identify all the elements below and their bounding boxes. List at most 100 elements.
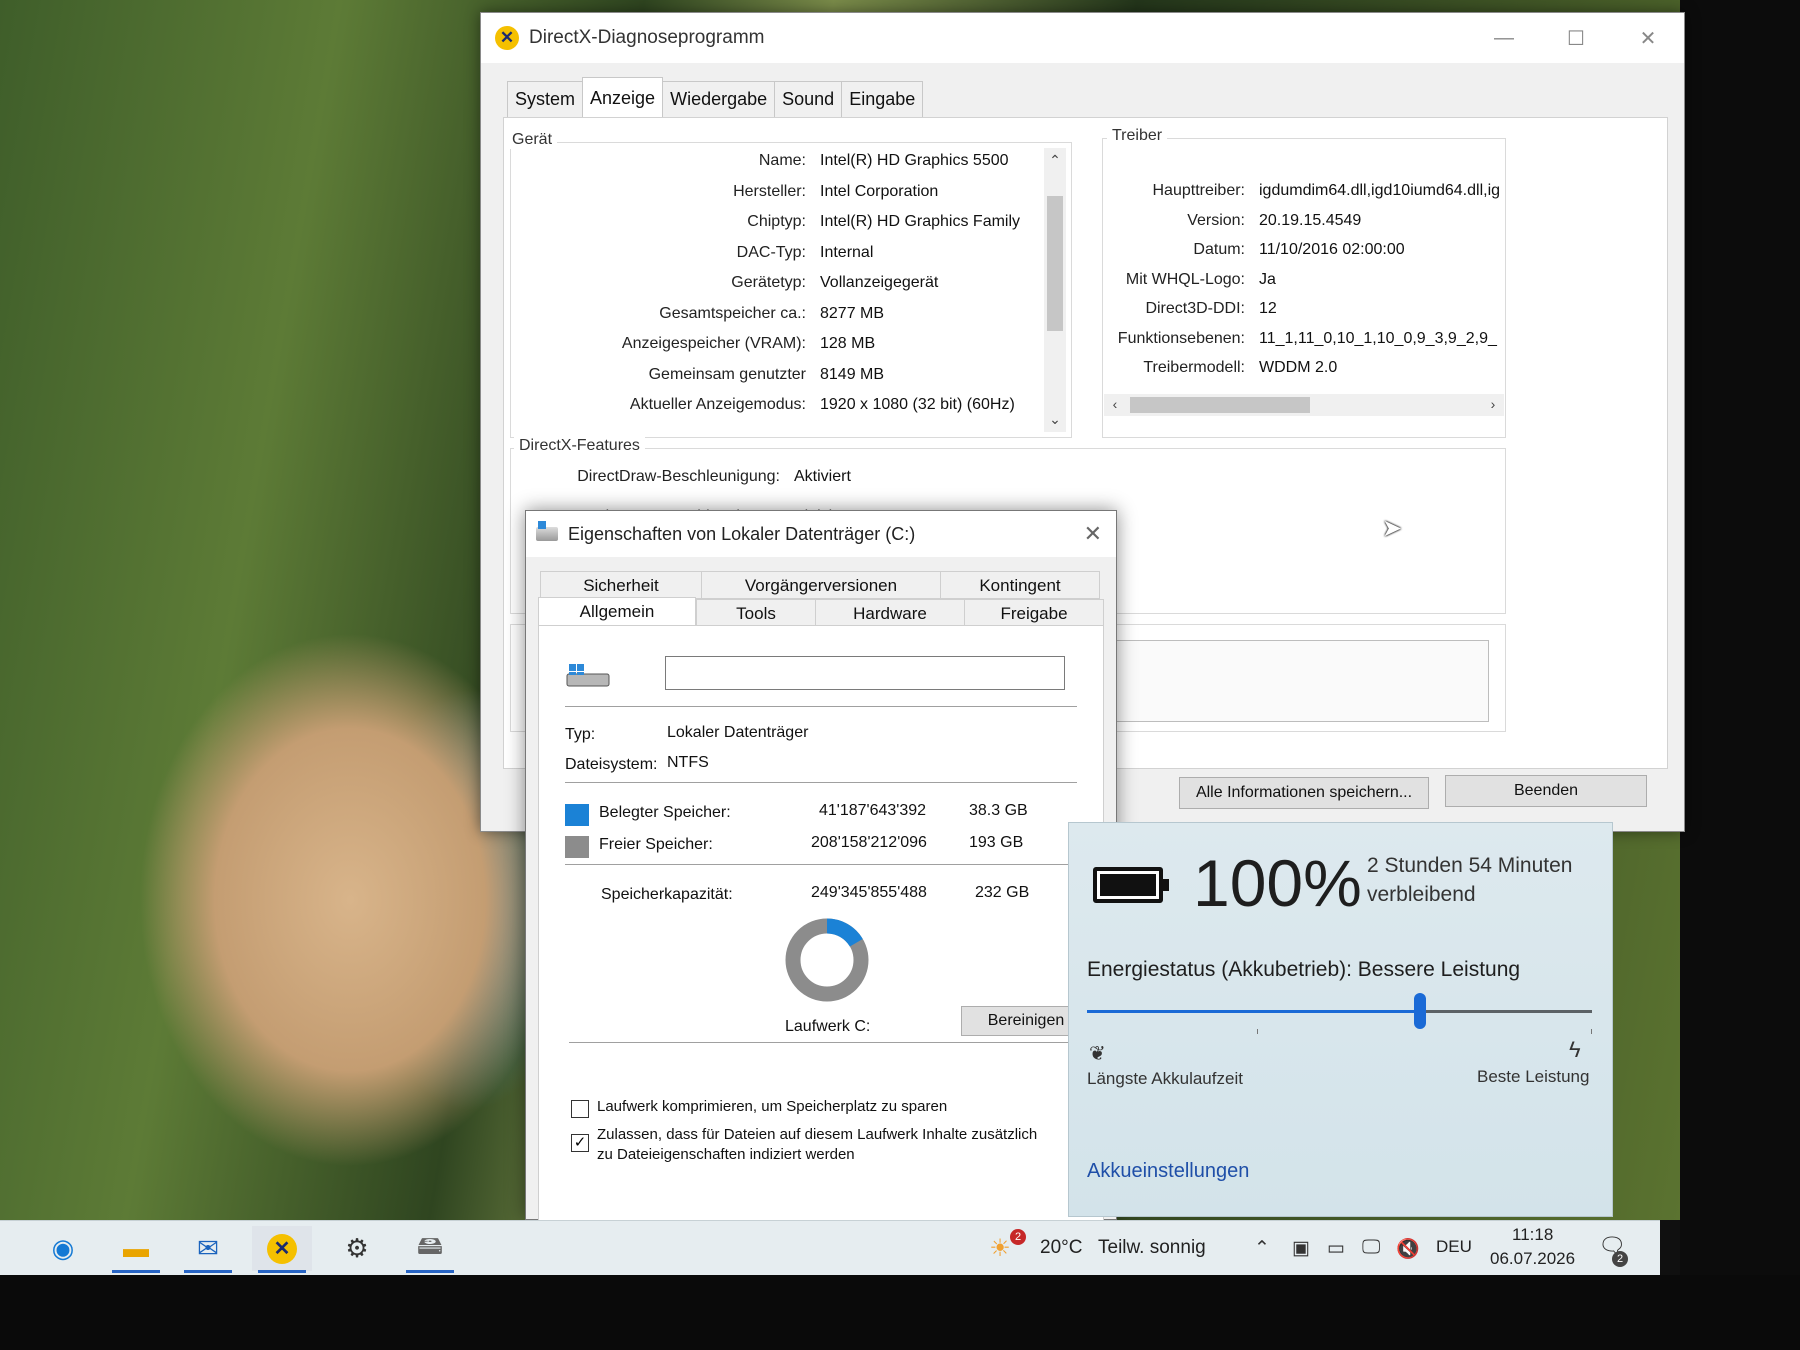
- props-title: Eigenschaften von Lokaler Datenträger (C…: [568, 523, 916, 544]
- battery-settings-link[interactable]: Akkueinstellungen: [1087, 1160, 1249, 1183]
- power-mode-slider[interactable]: [1087, 993, 1592, 1029]
- capacity-size: 232 GB: [975, 884, 1030, 901]
- props-titlebar[interactable]: Eigenschaften von Lokaler Datenträger (C…: [526, 511, 1116, 557]
- tab-previous-versions[interactable]: Vorgängerversionen: [701, 571, 941, 599]
- dxdiag-tabs: System Anzeige Wiedergabe Sound Eingabe: [507, 77, 924, 117]
- used-space-bytes: 41'187'643'392: [819, 802, 927, 819]
- device-scroll-thumb[interactable]: [1047, 196, 1063, 331]
- used-space-swatch: [565, 804, 589, 826]
- driver-property-row: Haupttreiber: igdumdim64.dll,igd10iumd64.…: [1153, 182, 1501, 200]
- filesystem-label: Dateisystem:: [565, 756, 658, 773]
- file-explorer-icon[interactable]: ▬: [106, 1226, 166, 1273]
- scroll-left-icon[interactable]: ‹: [1104, 396, 1126, 412]
- close-icon[interactable]: ✕: [1612, 13, 1684, 63]
- drive-properties-icon[interactable]: 🖴: [400, 1226, 460, 1273]
- dxdiag-titlebar[interactable]: ✕ DirectX-Diagnoseprogramm — ☐ ✕: [481, 13, 1684, 63]
- monitor-bezel: [1680, 0, 1800, 1350]
- best-performance-label: Beste Leistung: [1477, 1067, 1590, 1086]
- minimize-icon[interactable]: —: [1468, 13, 1540, 63]
- battery-remaining: 2 Stunden 54 Minuten verbleibend: [1367, 854, 1573, 906]
- settings-icon[interactable]: ⚙: [327, 1226, 387, 1271]
- driver-property-value: 11/10/2016 02:00:00: [1259, 241, 1405, 258]
- index-checkbox[interactable]: ✓: [571, 1134, 589, 1152]
- driver-property-row: Funktionsebenen: 11_1,11_0,10_1,10_0,9_3,…: [1118, 329, 1497, 348]
- tab-security[interactable]: Sicherheit: [540, 571, 702, 599]
- driver-property-value: igdumdim64.dll,igd10iumd64.dll,ig: [1259, 182, 1501, 199]
- clock-date[interactable]: 06.07.2026: [1490, 1249, 1575, 1269]
- clock-time[interactable]: 11:18: [1512, 1225, 1553, 1245]
- dxdiag-icon[interactable]: ✕: [252, 1226, 312, 1273]
- tab-display[interactable]: Anzeige: [582, 77, 664, 117]
- maximize-icon[interactable]: ☐: [1540, 13, 1612, 63]
- device-property-value: 128 MB: [820, 335, 876, 352]
- tab-playback[interactable]: Wiedergabe: [662, 81, 776, 117]
- tab-quota[interactable]: Kontingent: [940, 571, 1100, 599]
- network-icon[interactable]: 🖵: [1362, 1237, 1380, 1259]
- taskbar: ◉ ▬ ✉ ✕ ⚙ 🖴 ☀ 2 20°C Teilw. sonnig ⌃ ▣ ▭…: [0, 1220, 1660, 1275]
- save-all-button[interactable]: Alle Informationen speichern...: [1179, 777, 1429, 809]
- device-property-row: DAC-Typ: Internal: [737, 244, 874, 262]
- compress-label: Laufwerk komprimieren, um Speicherplatz …: [597, 1098, 948, 1115]
- scroll-up-icon[interactable]: ⌃: [1044, 152, 1066, 169]
- driver-property-row: Direct3D-DDI: 12: [1145, 300, 1276, 318]
- device-property-row: Anzeigespeicher (VRAM): 128 MB: [622, 335, 876, 353]
- dxdiag-logo-icon: ✕: [495, 26, 519, 50]
- exit-button[interactable]: Beenden: [1445, 775, 1647, 807]
- tab-tools[interactable]: Tools: [696, 599, 816, 627]
- meet-now-icon[interactable]: ▣: [1292, 1237, 1310, 1260]
- device-property-key: Anzeigespeicher (VRAM):: [621, 335, 806, 352]
- tab-sharing[interactable]: Freigabe: [964, 599, 1104, 627]
- device-property-row: Gesamtspeicher ca.: 8277 MB: [659, 305, 884, 323]
- scroll-right-icon[interactable]: ›: [1482, 396, 1504, 412]
- scroll-down-icon[interactable]: ⌄: [1044, 411, 1066, 428]
- driver-property-value: WDDM 2.0: [1259, 359, 1338, 376]
- used-space-label: Belegter Speicher:: [599, 804, 731, 821]
- device-property-key: Gesamtspeicher ca.:: [659, 304, 806, 322]
- driver-property-key: Version:: [1187, 211, 1245, 229]
- driver-property-row: Mit WHQL-Logo: Ja: [1126, 271, 1276, 289]
- tab-hardware[interactable]: Hardware: [815, 599, 965, 627]
- drive-name-input[interactable]: [665, 656, 1065, 690]
- type-label: Typ:: [565, 726, 596, 743]
- outlook-icon[interactable]: ✉: [178, 1226, 238, 1273]
- weather-text[interactable]: Teilw. sonnig: [1098, 1237, 1206, 1259]
- edge-icon[interactable]: ◉: [33, 1226, 93, 1271]
- input-language[interactable]: DEU: [1436, 1237, 1472, 1257]
- tab-system[interactable]: System: [507, 81, 584, 117]
- capacity-bytes: 249'345'855'488: [811, 884, 927, 901]
- close-icon[interactable]: ✕: [1084, 521, 1102, 547]
- tab-sound[interactable]: Sound: [774, 81, 843, 117]
- device-scrollbar[interactable]: ⌃ ⌄: [1044, 148, 1066, 432]
- device-property-value: Intel Corporation: [820, 182, 939, 200]
- volume-muted-icon[interactable]: 🔇: [1396, 1237, 1420, 1261]
- driver-scroll-thumb[interactable]: [1130, 397, 1310, 413]
- driver-group-label: Treiber: [1107, 127, 1168, 145]
- driver-hscrollbar[interactable]: ‹ ›: [1104, 394, 1504, 416]
- device-property-row: Name: Intel(R) HD Graphics 5500: [759, 152, 1009, 170]
- notification-count: 2: [1612, 1251, 1628, 1267]
- device-property-row: Aktueller Anzeigemodus: 1920 x 1080 (32 b…: [630, 396, 1015, 414]
- notes-textbox[interactable]: [1104, 640, 1489, 722]
- show-hidden-icons-chevron-icon[interactable]: ⌃: [1254, 1237, 1270, 1260]
- drive-letter-label: Laufwerk C:: [785, 1018, 871, 1035]
- device-property-key: Hersteller:: [733, 182, 806, 200]
- driver-property-value: 20.19.15.4549: [1259, 211, 1362, 229]
- power-slider-thumb[interactable]: [1414, 993, 1427, 1029]
- disk-usage-donut: [785, 918, 869, 1002]
- leaf-icon: ❦: [1089, 1043, 1106, 1065]
- dxdiag-title: DirectX-Diagnoseprogramm: [529, 27, 765, 48]
- filesystem-value: NTFS: [667, 754, 709, 771]
- feature-key: DirectDraw-Beschleunigung:: [577, 468, 780, 485]
- general-tab-panel: Typ: Lokaler Datenträger Dateisystem: NT…: [538, 625, 1104, 1225]
- driver-property-value: 11_1,11_0,10_1,10_0,9_3,9_2,9_: [1259, 329, 1497, 347]
- tab-input[interactable]: Eingabe: [841, 81, 924, 117]
- battery-tray-icon[interactable]: ▭: [1327, 1237, 1345, 1260]
- battery-flyout: 100% 2 Stunden 54 Minuten verbleibend En…: [1068, 822, 1613, 1217]
- device-property-value: Vollanzeigegerät: [820, 274, 939, 291]
- driver-property-key: Haupttreiber:: [1152, 182, 1246, 199]
- weather-temp[interactable]: 20°C: [1040, 1237, 1082, 1259]
- compress-checkbox[interactable]: [571, 1100, 589, 1118]
- battery-percent: 100%: [1193, 846, 1362, 920]
- driver-property-row: Datum: 11/10/2016 02:00:00: [1193, 241, 1405, 259]
- capacity-label: Speicherkapazität:: [601, 886, 733, 903]
